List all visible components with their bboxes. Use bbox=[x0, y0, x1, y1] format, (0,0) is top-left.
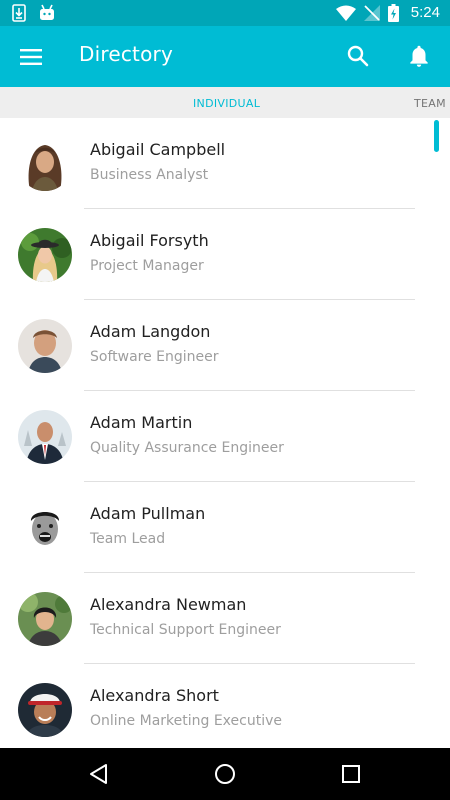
contact-name: Alexandra Newman bbox=[90, 595, 247, 614]
contact-item-abigail-forsyth[interactable]: Abigail Forsyth Project Manager bbox=[0, 209, 450, 300]
no-signal-icon bbox=[363, 5, 380, 21]
contact-title: Business Analyst bbox=[90, 167, 209, 183]
contact-item-adam-pullman[interactable]: Adam Pullman Team Lead bbox=[0, 482, 450, 573]
status-time: 5:24 bbox=[410, 4, 440, 21]
page-title: Directory bbox=[79, 42, 173, 66]
contact-item-adam-langdon[interactable]: Adam Langdon Software Engineer bbox=[0, 300, 450, 391]
contact-title: Team Lead bbox=[90, 531, 166, 547]
tab-bar: INDIVIDUAL TEAM bbox=[0, 87, 450, 118]
contact-title: Online Marketing Executive bbox=[90, 713, 282, 729]
back-icon[interactable] bbox=[87, 762, 111, 786]
contact-item-adam-martin[interactable]: Adam Martin Quality Assurance Engineer bbox=[0, 391, 450, 482]
contact-name: Alexandra Short bbox=[90, 686, 219, 705]
system-nav-bar bbox=[0, 748, 450, 800]
avatar bbox=[18, 683, 72, 737]
app-bar: Directory bbox=[0, 26, 450, 87]
contact-item-alexandra-short[interactable]: Alexandra Short Online Marketing Executi… bbox=[0, 664, 450, 748]
contact-name: Abigail Forsyth bbox=[90, 231, 209, 250]
avatar bbox=[18, 410, 72, 464]
recents-icon[interactable] bbox=[339, 762, 363, 786]
avatar bbox=[18, 228, 72, 282]
search-icon[interactable] bbox=[346, 44, 370, 68]
contact-title: Software Engineer bbox=[90, 349, 219, 365]
menu-icon[interactable] bbox=[19, 45, 43, 69]
avatar bbox=[18, 319, 72, 373]
contact-name: Adam Pullman bbox=[90, 504, 206, 523]
home-icon[interactable] bbox=[213, 762, 237, 786]
avatar bbox=[18, 137, 72, 191]
contact-name: Adam Martin bbox=[90, 413, 193, 432]
contact-title: Technical Support Engineer bbox=[90, 622, 281, 638]
contact-name: Adam Langdon bbox=[90, 322, 211, 341]
wifi-icon bbox=[335, 5, 356, 21]
contact-item-alexandra-newman[interactable]: Alexandra Newman Technical Support Engin… bbox=[0, 573, 450, 664]
tab-individual[interactable]: INDIVIDUAL bbox=[193, 97, 260, 110]
contact-list[interactable]: Abigail Campbell Business Analyst Abigai… bbox=[0, 118, 450, 748]
contact-title: Quality Assurance Engineer bbox=[90, 440, 284, 456]
android-icon bbox=[40, 4, 54, 20]
contact-name: Abigail Campbell bbox=[90, 140, 226, 159]
tab-team[interactable]: TEAM bbox=[414, 97, 446, 110]
battery-charging-icon bbox=[387, 4, 399, 22]
contact-title: Project Manager bbox=[90, 258, 204, 274]
avatar bbox=[18, 592, 72, 646]
notifications-bell-icon[interactable] bbox=[406, 43, 432, 69]
download-icon bbox=[12, 4, 26, 22]
status-bar: 5:24 bbox=[0, 0, 450, 26]
contact-item-abigail-campbell[interactable]: Abigail Campbell Business Analyst bbox=[0, 118, 450, 209]
avatar bbox=[18, 501, 72, 555]
